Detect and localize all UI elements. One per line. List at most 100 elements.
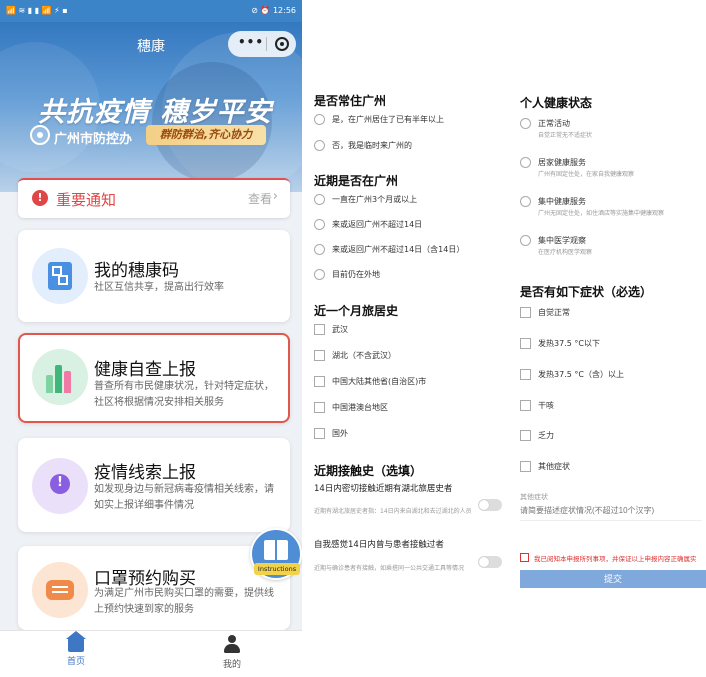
section-title-contact: 近期接触史（选填）: [314, 464, 423, 478]
radio-button[interactable]: [314, 114, 325, 125]
checkbox[interactable]: [520, 400, 531, 411]
checkbox[interactable]: [520, 307, 531, 318]
other-symptoms-label: 其他症状: [520, 493, 548, 501]
contact-toggle[interactable]: [478, 499, 502, 511]
clue-report-card[interactable]: 疫情线索上报 如发现身边与新冠病毒疫情相关线索，请如实上报详细事件情况: [18, 438, 290, 532]
option-label: 发热37.5 °C以下: [538, 339, 600, 348]
notice-title: 重要通知: [56, 191, 117, 209]
card-desc: 普查所有市民健康状况，针对特定症状，社区将根据情况安排相关服务: [94, 381, 274, 408]
org-name: 广州市防控办: [54, 132, 133, 147]
contact-item-note: 近期与确诊患者有接触，如乘搭同一公共交通工具等情况: [314, 565, 465, 572]
tab-mine-label: 我的: [222, 660, 241, 670]
health-code-card[interactable]: 我的穗康码 社区互信共享，提高出行效率: [18, 230, 290, 322]
option-label: 武汉: [332, 325, 348, 334]
option-note: 广州无固定住处，如住酒店等实施集中健康观察: [538, 210, 665, 217]
contact-item-label: 14日内密切接触近期有湖北旅居史者: [314, 484, 453, 494]
option-label: 湖北（不含武汉）: [332, 351, 396, 360]
section-title-recent: 近期是否在广州: [314, 174, 399, 188]
capsule-divider: [266, 37, 267, 51]
checkbox[interactable]: [314, 324, 325, 335]
book-icon: [264, 540, 288, 560]
input-underline: [520, 520, 702, 521]
user-icon: [222, 635, 242, 655]
status-bar-right: ⊘ ⏰ 12:56: [251, 6, 296, 15]
instructions-label: Instructions: [254, 563, 300, 575]
alert-icon: !: [32, 190, 48, 206]
option-note: 广州有固定住处，在家自我健康观察: [538, 171, 635, 178]
section-title-resident: 是否常住广州: [314, 94, 387, 108]
option-label: 发热37.5 °C（含）以上: [538, 370, 624, 379]
option-label: 其他症状: [538, 462, 570, 471]
org-logo-icon: [30, 125, 50, 145]
bottom-tab-bar: 首页 我的: [0, 630, 302, 677]
hero-banner: 穗康 ••• 共抗疫情 穗岁平安 广州市防控办 群防群治,齐心协力: [0, 22, 302, 192]
tab-home[interactable]: 首页: [46, 631, 106, 667]
option-label: 是，在广州居住了已有半年以上: [332, 115, 444, 124]
radio-button[interactable]: [520, 157, 531, 168]
option-label: 集中健康服务: [538, 197, 586, 206]
option-label: 居家健康服务: [538, 158, 586, 167]
mask-reservation-card[interactable]: 口罩预约购买 为满足广州市民购买口罩的需要，提供线上预约快速到家的服务: [18, 546, 290, 630]
home-icon: [66, 631, 86, 652]
notice-view-link[interactable]: 查看: [248, 190, 272, 207]
health-report-icon: [32, 349, 88, 405]
option-label: 干咳: [538, 401, 554, 410]
checkbox[interactable]: [314, 350, 325, 361]
checkbox[interactable]: [314, 376, 325, 387]
contact-item-label: 自我感觉14日内曾与患者接触过者: [314, 540, 444, 550]
option-note: 在医疗机构医学观察: [538, 249, 593, 256]
banner-slogan: 共抗疫情 穗岁平安: [38, 97, 273, 128]
option-label: 自觉正常: [538, 308, 570, 317]
card-title: 我的穗康码: [94, 261, 179, 281]
radio-button[interactable]: [520, 235, 531, 246]
mask-icon: [32, 562, 88, 618]
radio-button[interactable]: [314, 269, 325, 280]
checkbox[interactable]: [314, 402, 325, 413]
chevron-right-icon: ›: [272, 189, 278, 204]
checkbox[interactable]: [520, 430, 531, 441]
option-note: 自觉正常无不适症状: [538, 132, 593, 139]
contact-item-note: 近期有湖北旅居史者指：14日内来自湖北和去过湖北的人员: [314, 508, 472, 515]
checkbox[interactable]: [520, 369, 531, 380]
card-desc: 如发现身边与新冠病毒疫情相关线索，请如实上报详细事件情况: [94, 484, 274, 511]
section-title-travel: 近一个月旅居史: [314, 304, 399, 318]
card-desc: 为满足广州市民购买口罩的需要，提供线上预约快速到家的服务: [94, 588, 274, 615]
option-label: 中国大陆其他省(自治区)市: [332, 377, 427, 386]
radio-button[interactable]: [314, 140, 325, 151]
submit-button[interactable]: 提交: [520, 570, 706, 588]
radio-button[interactable]: [314, 244, 325, 255]
agreement-checkbox[interactable]: [520, 553, 529, 562]
radio-button[interactable]: [314, 219, 325, 230]
clue-report-icon: [32, 458, 88, 514]
qr-code-icon: [32, 248, 88, 304]
health-self-check-card[interactable]: 健康自查上报 普查所有市民健康状况，针对特定症状，社区将根据情况安排相关服务: [18, 333, 290, 423]
option-label: 否，我是临时来广州的: [332, 141, 412, 150]
card-title: 健康自查上报: [94, 360, 196, 380]
other-symptoms-input[interactable]: [520, 503, 700, 517]
checkbox[interactable]: [314, 428, 325, 439]
close-miniprogram-icon[interactable]: [275, 37, 289, 51]
checkbox[interactable]: [520, 461, 531, 472]
status-bar-left: 📶 ≋ ▮ ▮ 📶 ⚡ ▪: [6, 6, 68, 15]
agreement-text: 我已阅知本申报所列事项，并保证以上申报内容正确属实: [534, 555, 697, 563]
tab-mine[interactable]: 我的: [202, 635, 262, 670]
option-label: 来或返回广州不超过14日: [332, 220, 423, 229]
radio-button[interactable]: [520, 118, 531, 129]
option-label: 一直在广州3个月或以上: [332, 195, 418, 204]
option-label: 来或返回广州不超过14日（含14日）: [332, 245, 465, 254]
important-notice-bar[interactable]: ! 重要通知 查看 ›: [18, 178, 290, 218]
checkbox[interactable]: [520, 338, 531, 349]
more-icon[interactable]: •••: [238, 35, 264, 49]
card-title: 疫情线索上报: [94, 463, 196, 483]
option-label: 集中医学观察: [538, 236, 586, 245]
section-title-symptoms: 是否有如下症状（必选）: [520, 285, 653, 299]
option-label: 目前仍在外地: [332, 270, 380, 279]
radio-button[interactable]: [520, 196, 531, 207]
option-label: 正常活动: [538, 119, 570, 128]
miniprogram-capsule: •••: [228, 31, 296, 57]
phone-screen: 📶 ≋ ▮ ▮ 📶 ⚡ ▪ ⊘ ⏰ 12:56 穗康 ••• 共抗疫情 穗岁平安…: [0, 0, 302, 677]
option-label: 国外: [332, 429, 348, 438]
banner-tagline: 群防群治,齐心协力: [146, 125, 266, 145]
contact-toggle[interactable]: [478, 556, 502, 568]
radio-button[interactable]: [314, 194, 325, 205]
